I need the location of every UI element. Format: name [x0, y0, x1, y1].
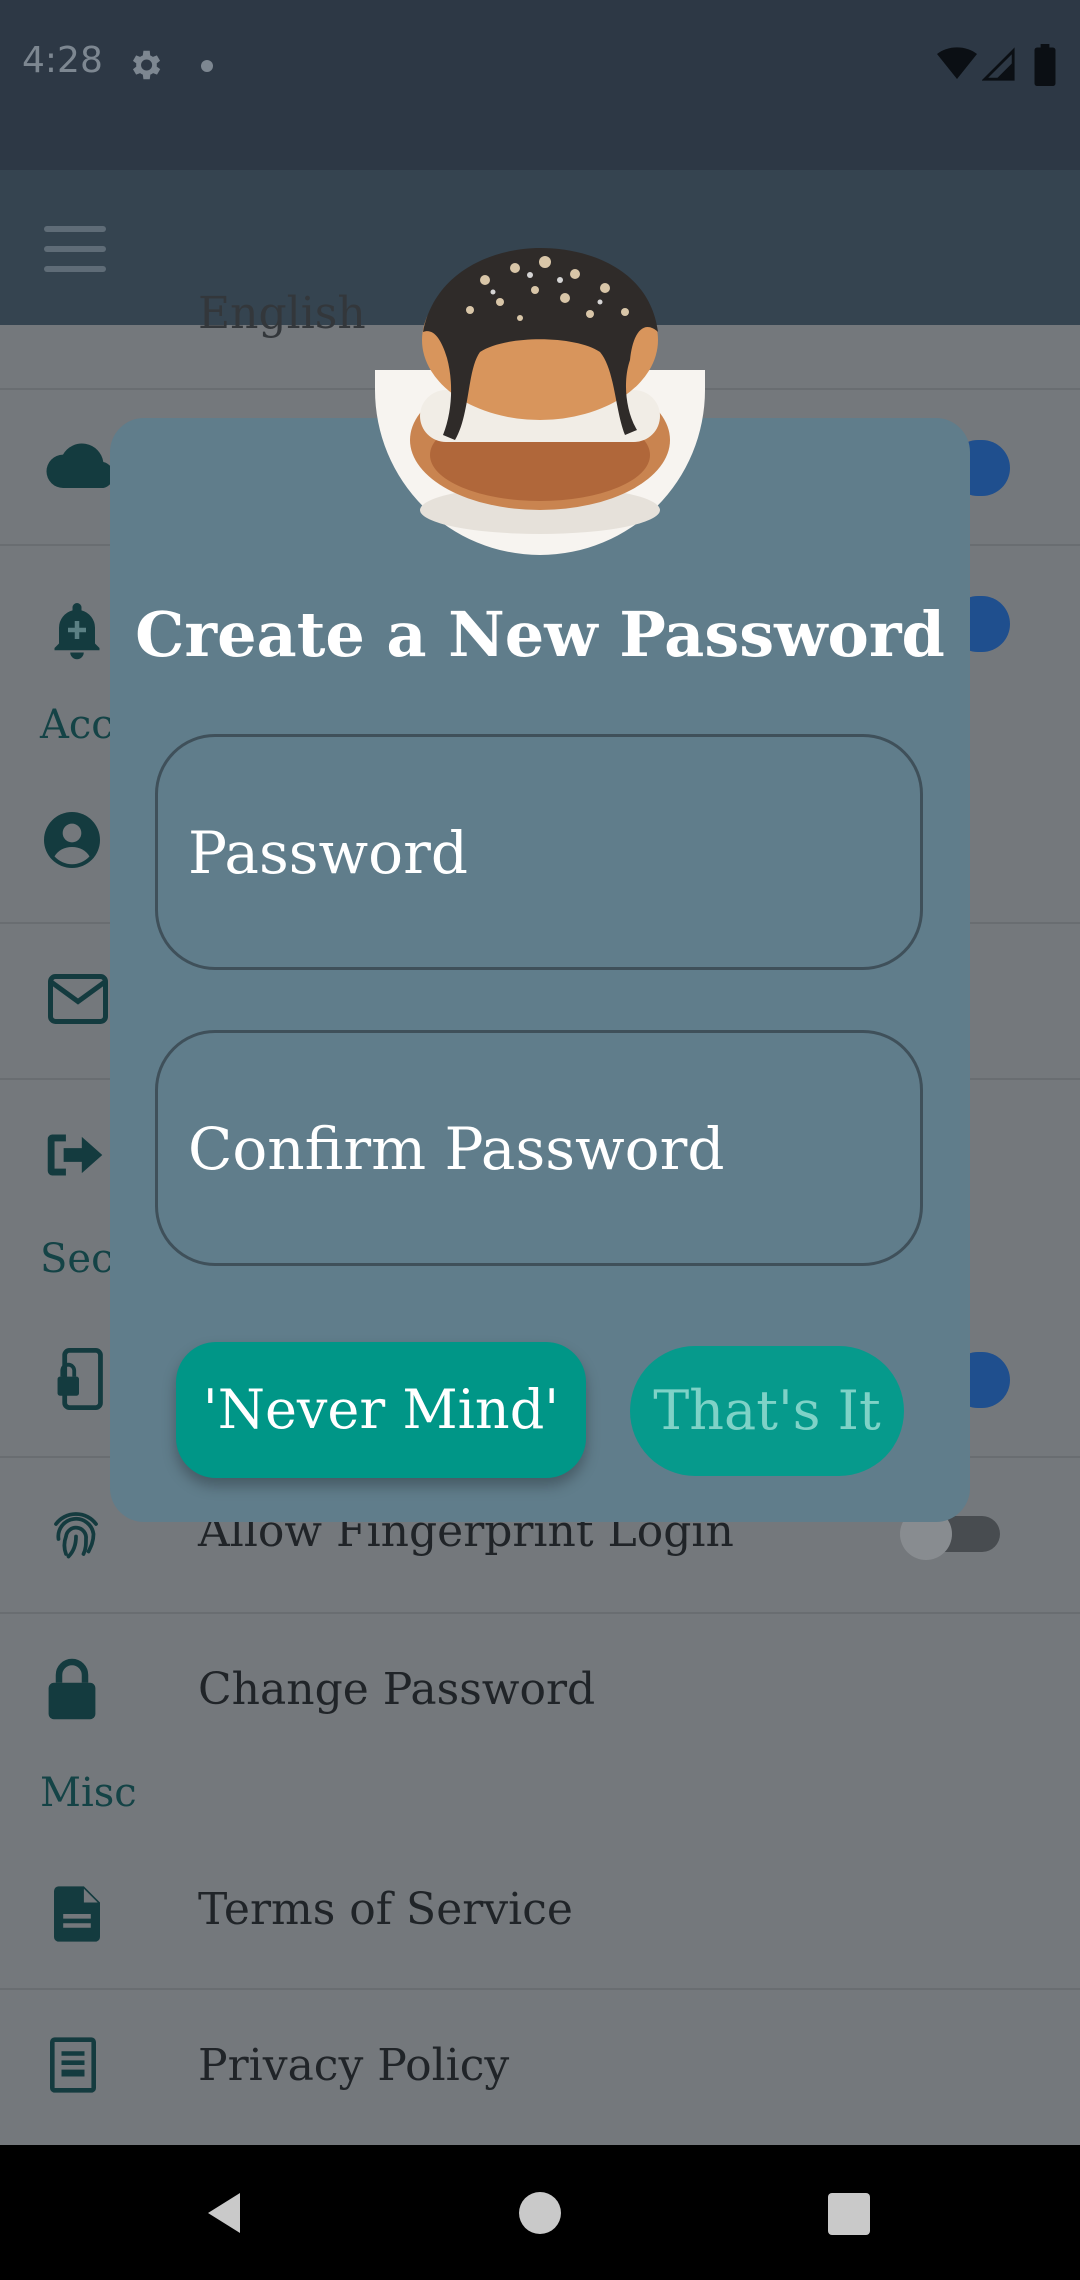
- password-placeholder: Password: [188, 819, 468, 887]
- password-field[interactable]: Password: [155, 734, 923, 970]
- status-time: 4:28: [22, 40, 103, 81]
- never-mind-button[interactable]: 'Never Mind': [176, 1342, 586, 1478]
- signal-icon: [982, 47, 1015, 81]
- recents-icon[interactable]: [828, 2193, 870, 2235]
- battery-icon: [1034, 44, 1056, 86]
- back-icon[interactable]: [204, 2191, 244, 2235]
- wifi-icon: [937, 47, 977, 79]
- dot-icon: [201, 60, 213, 72]
- dessert-avatar: [375, 248, 705, 555]
- confirm-password-placeholder: Confirm Password: [188, 1115, 725, 1183]
- settings-icon: [132, 50, 161, 80]
- navigation-bar: [0, 2145, 1080, 2280]
- thats-it-button[interactable]: That's It: [630, 1346, 904, 1476]
- confirm-password-field[interactable]: Confirm Password: [155, 1030, 923, 1266]
- home-icon[interactable]: [519, 2192, 561, 2234]
- dialog-title: Create a New Password: [135, 598, 945, 671]
- status-bar: 4:28: [0, 0, 1080, 170]
